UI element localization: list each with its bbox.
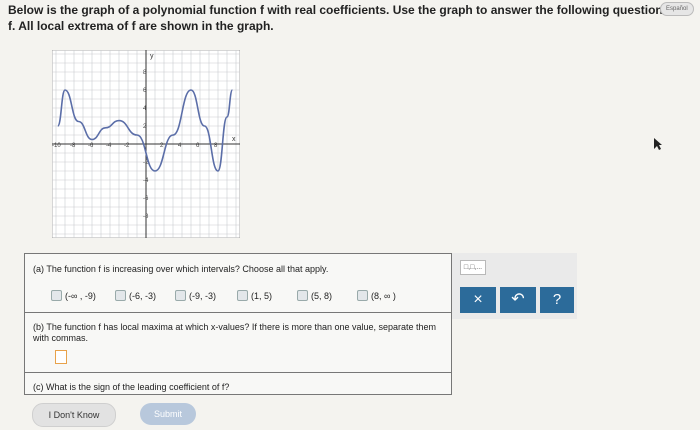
clear-button[interactable]: ×: [460, 287, 496, 313]
y-axis-label: y: [150, 53, 154, 60]
x-tick-label: -8: [70, 143, 76, 149]
choice-neg6-to-neg3[interactable]: (-6, -3): [115, 290, 156, 301]
checkbox[interactable]: [115, 290, 126, 301]
y-tick-label: -8: [143, 214, 149, 220]
choice-8-to-inf[interactable]: (8, ∞ ): [357, 290, 396, 301]
local-maxima-answer-input[interactable]: [55, 350, 67, 364]
divider-a-b: [25, 312, 451, 313]
x-axis-label: x: [232, 136, 236, 143]
divider-b-c: [25, 372, 451, 373]
question-header: Below is the graph of a polynomial funct…: [8, 2, 688, 34]
checkbox[interactable]: [297, 290, 308, 301]
y-tick-label: -6: [143, 196, 149, 202]
polynomial-graph: -10 -8 -6 -4 -2 2 4 6 8 8 6 4 2 -2 -4 -6 -8 x y: [52, 50, 240, 238]
header-line-2: f. All local extrema of f are shown in t…: [8, 19, 274, 33]
x-tick-label: -6: [88, 143, 94, 149]
undo-button[interactable]: ↶: [500, 287, 536, 313]
dont-know-button[interactable]: I Don't Know: [32, 403, 116, 427]
submit-button[interactable]: Submit: [140, 403, 196, 425]
choice-neg-inf-to-neg9[interactable]: (-∞ , -9): [51, 290, 96, 301]
checkbox[interactable]: [237, 290, 248, 301]
graph-svg: -10 -8 -6 -4 -2 2 4 6 88642-2-4-6-8 x y: [52, 50, 240, 238]
checkbox[interactable]: [175, 290, 186, 301]
help-button[interactable]: ?: [540, 287, 574, 313]
checkbox[interactable]: [357, 290, 368, 301]
x-tick-label: -2: [124, 143, 130, 149]
answer-tool-panel: □,□,... × ↶ ?: [452, 253, 577, 319]
x-tick-label: -4: [106, 143, 112, 149]
mouse-cursor-icon: [654, 138, 662, 150]
list-format-button[interactable]: □,□,...: [460, 260, 486, 275]
question-b-text: (b) The function f has local maxima at w…: [33, 322, 437, 343]
question-c-text: (c) What is the sign of the leading coef…: [33, 382, 230, 392]
choice-1-to-5[interactable]: (1, 5): [237, 290, 272, 301]
y-tick-label: -4: [143, 178, 149, 184]
choice-neg9-to-neg3[interactable]: (-9, -3): [175, 290, 216, 301]
language-toggle-button[interactable]: Español: [660, 2, 694, 16]
checkbox[interactable]: [51, 290, 62, 301]
x-tick-label: -10: [52, 143, 61, 149]
choice-5-to-8[interactable]: (5, 8): [297, 290, 332, 301]
question-panel: (a) The function f is increasing over wh…: [24, 253, 452, 395]
header-line-1: Below is the graph of a polynomial funct…: [8, 3, 687, 17]
question-a-text: (a) The function f is increasing over wh…: [33, 264, 329, 274]
